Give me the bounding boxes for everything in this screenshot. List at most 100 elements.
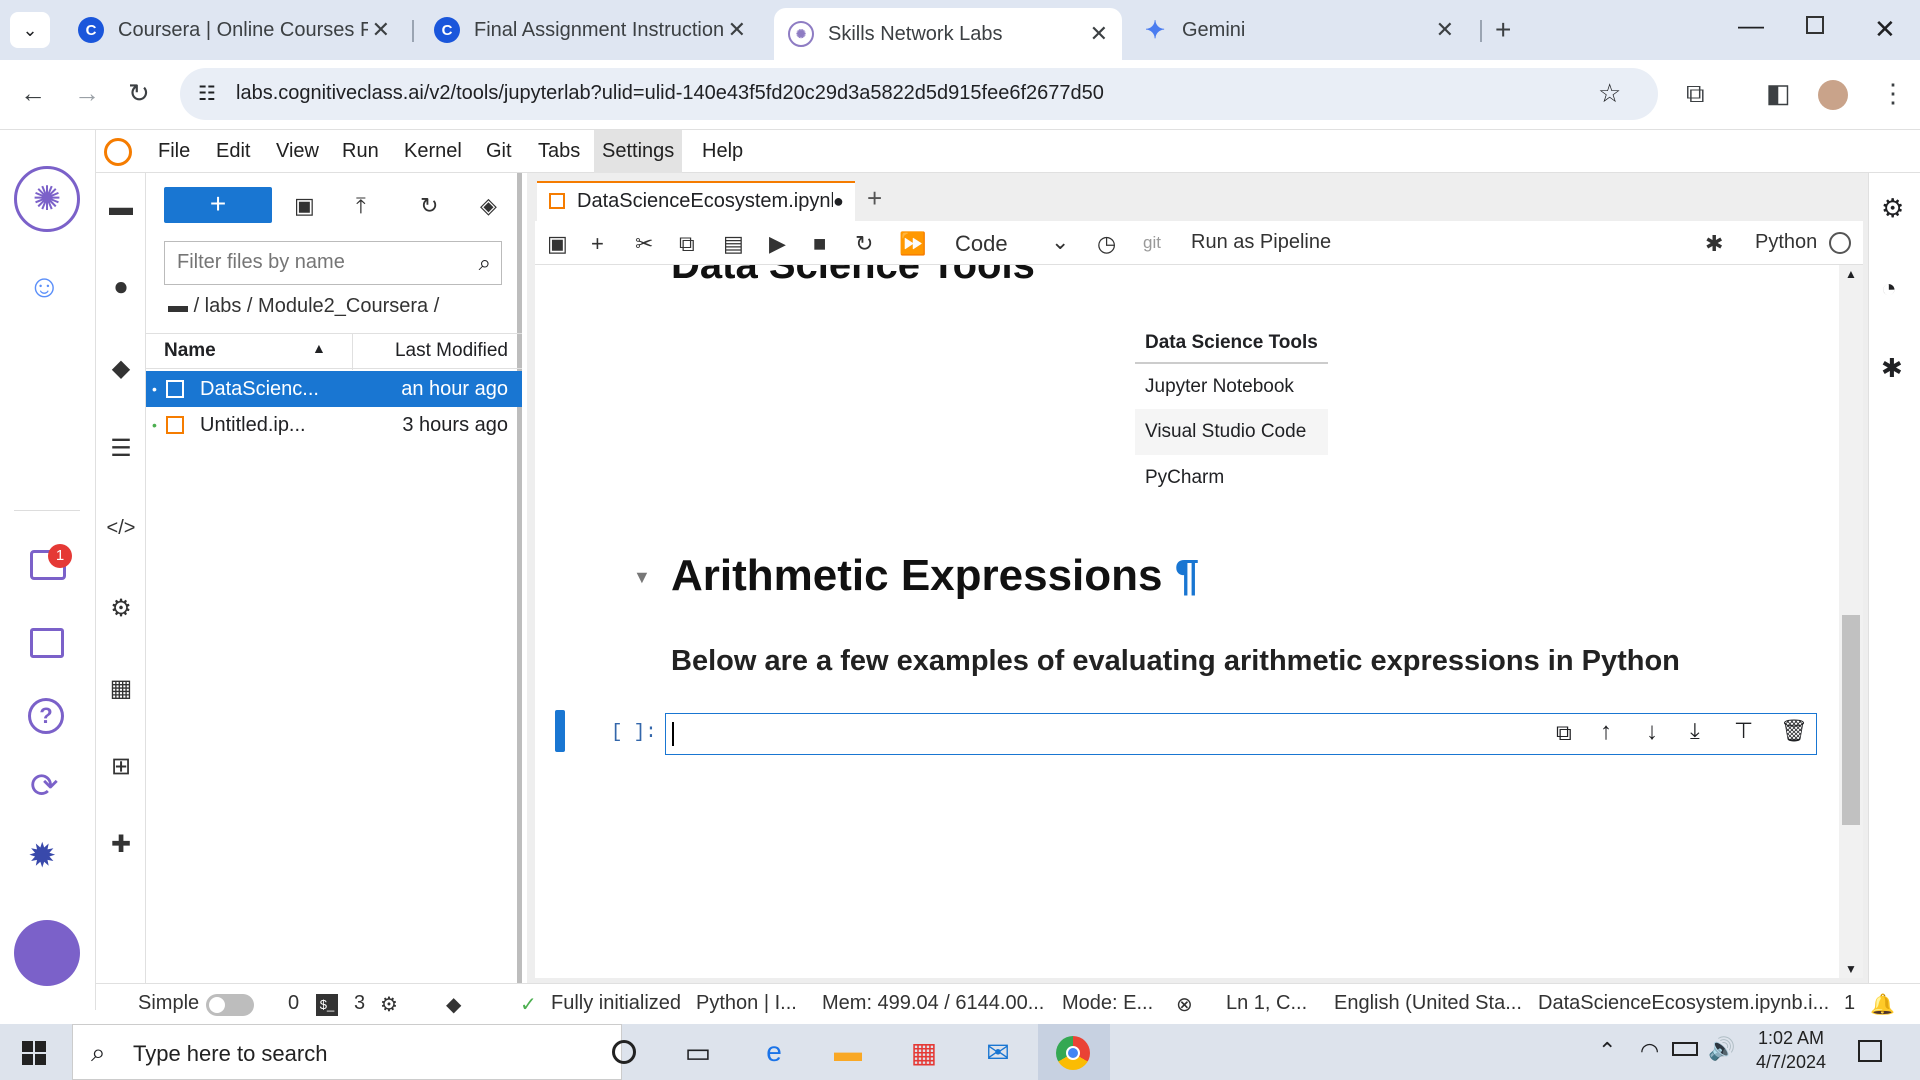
show-hidden-icons[interactable]: ⌃: [1598, 1038, 1616, 1064]
filter-input[interactable]: [165, 242, 455, 282]
scroll-down-icon[interactable]: ▼: [1845, 962, 1857, 976]
table-of-contents-icon[interactable]: ☰: [106, 433, 136, 463]
new-doc-tab-icon[interactable]: +: [867, 183, 882, 214]
browser-tab-coursera[interactable]: C Coursera | Online Courses From ✕: [64, 8, 404, 52]
restart-kernel-icon[interactable]: ↻: [855, 231, 873, 257]
forward-icon[interactable]: →: [74, 78, 100, 109]
git-label[interactable]: git: [1143, 233, 1161, 253]
menu-edit[interactable]: Edit: [208, 130, 258, 173]
notebook-scrollbar[interactable]: ▲ ▼: [1839, 265, 1863, 978]
debugger-bug-icon[interactable]: ✱: [1881, 353, 1903, 384]
running-sessions-icon[interactable]: ⏺: [106, 273, 136, 303]
clock-date[interactable]: 4/7/2024: [1756, 1052, 1826, 1073]
git-status-icon[interactable]: ◆: [446, 992, 461, 1017]
menu-run[interactable]: Run: [334, 130, 387, 173]
unsaved-dot-icon[interactable]: ●: [833, 183, 855, 219]
insert-cell-icon[interactable]: +: [591, 231, 604, 257]
save-icon[interactable]: ▣: [547, 231, 568, 257]
minimize-icon[interactable]: —: [1738, 10, 1764, 41]
reload-icon[interactable]: ↻: [128, 78, 150, 109]
omnibox[interactable]: ☷ labs.cognitiveclass.ai/v2/tools/jupyte…: [180, 68, 1658, 120]
property-inspector-icon[interactable]: ▦: [106, 673, 136, 703]
extensions-icon[interactable]: ⧉: [1686, 78, 1705, 110]
menu-kernel[interactable]: Kernel: [396, 130, 470, 173]
notes-icon[interactable]: [30, 628, 64, 658]
close-tab-icon[interactable]: ✕: [728, 17, 746, 43]
scrollbar-thumb[interactable]: [1842, 615, 1860, 825]
side-panel-icon[interactable]: ◧: [1766, 78, 1791, 109]
kernel-chip-icon[interactable]: ⚙: [380, 992, 398, 1017]
duplicate-cell-icon[interactable]: ⧉: [1556, 720, 1572, 746]
terminal-icon[interactable]: $_: [316, 994, 338, 1016]
breadcrumb-path[interactable]: / labs / Module2_Coursera /: [194, 295, 440, 317]
extension-manager-icon[interactable]: ✚: [106, 829, 136, 859]
close-tab-icon[interactable]: ✕: [1090, 21, 1108, 47]
cortana-icon[interactable]: [604, 1034, 644, 1070]
kernel-name-status[interactable]: Python | I...: [696, 992, 797, 1015]
history-icon[interactable]: ◷: [1097, 231, 1116, 257]
refresh-files-icon[interactable]: ↻: [420, 193, 438, 219]
browser-tab-gemini[interactable]: ✦ Gemini ✕: [1128, 8, 1468, 52]
tab-search-button[interactable]: ⌄: [10, 12, 50, 48]
kernel-status[interactable]: Fully initialized: [551, 992, 681, 1015]
wifi-icon[interactable]: ◠: [1640, 1038, 1659, 1064]
kernel-name[interactable]: Python: [1755, 231, 1817, 254]
microsoft-store-icon[interactable]: ▦: [904, 1034, 944, 1070]
move-down-icon[interactable]: ↓: [1646, 718, 1658, 746]
insert-below-icon[interactable]: ⊤: [1734, 718, 1753, 744]
restore-icon[interactable]: [1806, 16, 1824, 34]
run-icon[interactable]: ▶: [769, 231, 786, 257]
notification-bell-icon[interactable]: 🔔: [1870, 992, 1895, 1017]
close-tab-icon[interactable]: ✕: [372, 17, 390, 43]
chevron-down-icon[interactable]: ⌄: [1051, 229, 1069, 255]
scroll-up-icon[interactable]: ▲: [1845, 267, 1857, 281]
column-name[interactable]: Name: [164, 340, 216, 362]
browser-tab-skills-network[interactable]: ✺ Skills Network Labs ✕: [774, 8, 1122, 60]
menu-settings[interactable]: Settings: [594, 130, 683, 173]
sort-ascending-icon[interactable]: ▲: [312, 340, 326, 356]
help-icon[interactable]: ?: [28, 698, 64, 734]
delete-cell-icon[interactable]: 🗑: [1780, 718, 1808, 744]
upload-icon[interactable]: ⤒: [356, 193, 366, 219]
collapse-heading-icon[interactable]: ▼: [633, 567, 651, 588]
menu-view[interactable]: View: [268, 130, 327, 173]
action-center-icon[interactable]: [1858, 1040, 1882, 1062]
ai-assistant-icon[interactable]: ☺: [28, 268, 61, 305]
battery-icon[interactable]: [1672, 1042, 1698, 1056]
file-explorer-icon[interactable]: ▬: [828, 1034, 868, 1070]
volume-icon[interactable]: 🔊: [1708, 1036, 1735, 1062]
menu-git[interactable]: Git: [478, 130, 520, 173]
new-folder-icon[interactable]: ▣: [294, 193, 315, 219]
edge-icon[interactable]: e: [754, 1034, 794, 1070]
close-tab-icon[interactable]: ✕: [1436, 17, 1454, 43]
notebook-doc-tab[interactable]: DataScienceEcosystem.ipynb ●: [537, 181, 855, 221]
site-info-icon[interactable]: ☷: [198, 81, 216, 106]
refresh-icon[interactable]: ⟳: [30, 766, 59, 806]
file-row[interactable]: • DataScienc... an hour ago: [146, 371, 522, 407]
anchor-link[interactable]: ¶: [1175, 551, 1199, 600]
back-icon[interactable]: ←: [20, 78, 46, 109]
simple-mode-toggle[interactable]: [206, 994, 254, 1016]
file-row[interactable]: • Untitled.ip... 3 hours ago: [146, 407, 522, 443]
copy-icon[interactable]: ⧉: [679, 231, 695, 257]
settings-gear-icon[interactable]: ⚙: [106, 593, 136, 623]
paste-icon[interactable]: ▤: [723, 231, 744, 257]
taskbar-search[interactable]: ⌕ Type here to search: [72, 1024, 622, 1080]
user-avatar-icon[interactable]: [14, 920, 80, 986]
profile-avatar[interactable]: [1818, 80, 1848, 110]
close-window-icon[interactable]: ✕: [1874, 14, 1896, 45]
menu-file[interactable]: File: [150, 130, 198, 173]
folder-icon[interactable]: ▬: [106, 193, 136, 223]
menu-help[interactable]: Help: [694, 130, 751, 173]
task-view-icon[interactable]: ▭: [678, 1034, 718, 1070]
bookmark-star-icon[interactable]: ☆: [1598, 78, 1621, 109]
column-last-modified[interactable]: Last Modified: [395, 340, 508, 362]
cursor-position[interactable]: Ln 1, C...: [1226, 992, 1307, 1015]
folder-root-icon[interactable]: ▬: [168, 295, 188, 317]
skills-network-logo[interactable]: ✺: [14, 166, 80, 232]
cell-type-select[interactable]: Code: [955, 231, 1008, 257]
clock-time[interactable]: 1:02 AM: [1758, 1028, 1824, 1049]
resource-gauge-icon[interactable]: ◔: [1881, 273, 1897, 304]
menu-tabs[interactable]: Tabs: [530, 130, 588, 173]
run-as-pipeline-button[interactable]: Run as Pipeline: [1191, 231, 1331, 254]
